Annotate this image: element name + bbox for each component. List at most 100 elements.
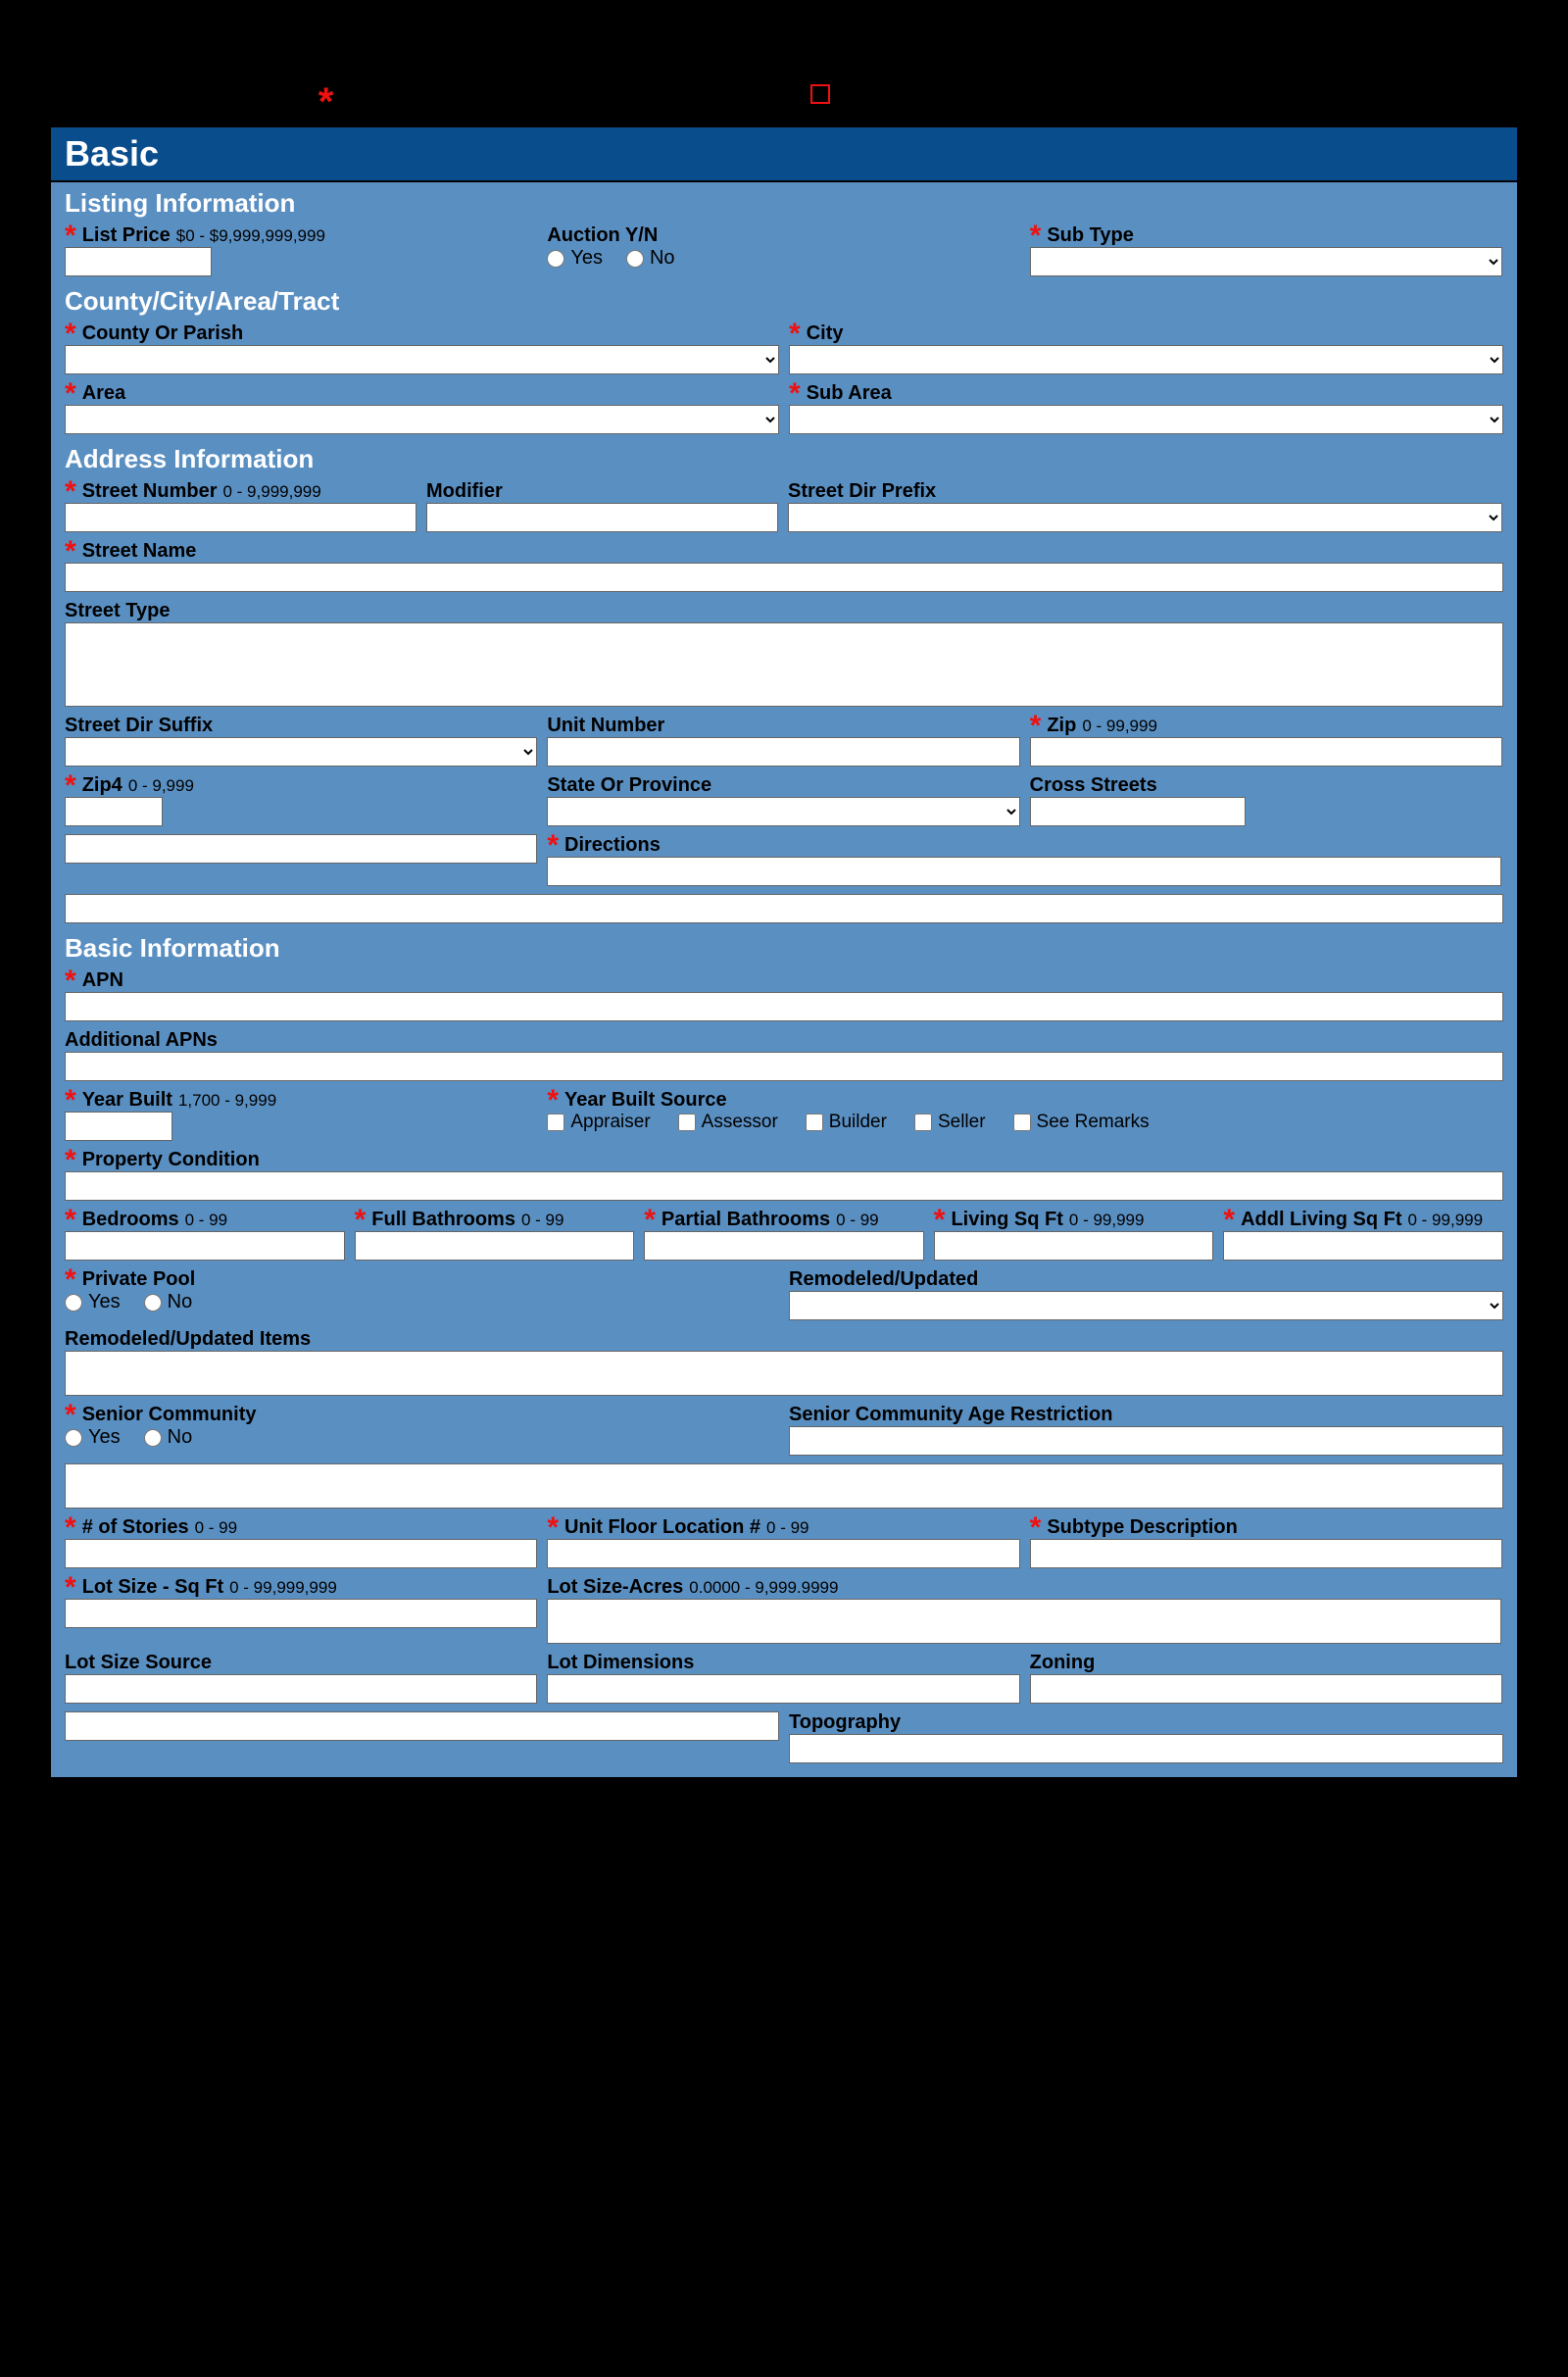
textarea-remodel-items[interactable]: [65, 1351, 1503, 1396]
input-subtype-desc[interactable]: [1030, 1539, 1502, 1568]
field-senior: *Senior Community Yes No: [65, 1404, 779, 1449]
legend-conditional: = Conditionally Required Field: [810, 80, 1154, 108]
input-spacer[interactable]: [65, 834, 537, 864]
required-icon: *: [644, 1215, 656, 1224]
page-title: Residential: [49, 59, 279, 108]
input-zip4[interactable]: [65, 797, 163, 826]
input-zip[interactable]: [1030, 737, 1502, 767]
input-apn[interactable]: [65, 992, 1503, 1021]
input-topo-left[interactable]: [65, 1711, 779, 1741]
required-icon: *: [547, 1523, 559, 1532]
section-ccat-title: County/City/Area/Tract: [51, 280, 1517, 319]
field-zoning: Zoning: [1030, 1652, 1502, 1704]
required-icon: *: [65, 231, 76, 240]
field-city: *City: [789, 322, 1503, 374]
field-zip: * Zip 0 - 99,999: [1030, 715, 1502, 767]
label-auction-yn: Auction Y/N: [547, 224, 658, 247]
required-icon: *: [65, 976, 76, 985]
label-zip4: Zip4: [82, 774, 122, 797]
chk-ys-appraiser[interactable]: Appraiser: [547, 1112, 650, 1133]
input-zoning[interactable]: [1030, 1674, 1502, 1704]
select-dir-prefix[interactable]: [788, 503, 1502, 532]
required-icon: *: [934, 1215, 946, 1224]
input-living[interactable]: [934, 1231, 1214, 1261]
field-dir-prefix: Street Dir Prefix: [788, 480, 1502, 532]
label-sub-type: Sub Type: [1047, 224, 1134, 247]
input-lot-sqft[interactable]: [65, 1599, 537, 1628]
radio-pool-no[interactable]: No: [144, 1291, 193, 1313]
field-lot-sqft: *Lot Size - Sq Ft0 - 99,999,999: [65, 1576, 537, 1628]
input-list-price[interactable]: [65, 247, 212, 276]
label-lot-dim: Lot Dimensions: [547, 1652, 694, 1674]
input-full-bath[interactable]: [355, 1231, 635, 1261]
select-dir-suffix[interactable]: [65, 737, 537, 767]
required-icon: *: [1030, 721, 1042, 730]
chk-ys-seller[interactable]: Seller: [914, 1112, 986, 1133]
input-directions-2[interactable]: [65, 894, 1503, 923]
label-full-bath: Full Bathrooms: [371, 1209, 515, 1231]
radio-auction-yes[interactable]: Yes: [547, 247, 603, 270]
chk-ys-builder[interactable]: Builder: [806, 1112, 887, 1133]
field-apn: *APN: [65, 969, 1503, 1021]
field-bedrooms: *Bedrooms0 - 99: [65, 1209, 345, 1261]
chk-ys-remarks[interactable]: See Remarks: [1013, 1112, 1150, 1133]
radio-auction-no[interactable]: No: [626, 247, 675, 270]
input-year[interactable]: [65, 1112, 172, 1141]
field-street-name: *Street Name: [65, 540, 1503, 592]
input-street-name[interactable]: [65, 563, 1503, 592]
field-unit-floor: *Unit Floor Location #0 - 99: [547, 1516, 1019, 1568]
select-subarea[interactable]: [789, 405, 1503, 434]
input-cross[interactable]: [1030, 797, 1246, 826]
select-area[interactable]: [65, 405, 779, 434]
label-zip: Zip: [1047, 715, 1076, 737]
input-unit-floor[interactable]: [547, 1539, 1019, 1568]
input-modifier[interactable]: [426, 503, 778, 532]
select-county[interactable]: [65, 345, 779, 374]
label-remodel: Remodeled/Updated: [789, 1268, 978, 1291]
textarea-lot-acres[interactable]: [547, 1599, 1501, 1644]
legend-required: * = Required Field: [318, 80, 516, 108]
required-icon: *: [65, 1523, 76, 1532]
year-source-options: Appraiser Assessor Builder Seller See Re…: [547, 1112, 1501, 1133]
textarea-senior-block[interactable]: [65, 1463, 1503, 1509]
label-property-condition: Property Condition: [82, 1149, 260, 1171]
input-partial-bath[interactable]: [644, 1231, 924, 1261]
basic-panel: Basic Listing Information * List Price $…: [49, 125, 1519, 1779]
input-lot-dim[interactable]: [547, 1674, 1019, 1704]
select-city[interactable]: [789, 345, 1503, 374]
input-street-number[interactable]: [65, 503, 416, 532]
required-icon: *: [65, 329, 76, 338]
field-subtype-desc: *Subtype Description: [1030, 1516, 1502, 1568]
field-lot-acres: Lot Size-Acres0.0000 - 9,999.9999: [547, 1576, 1501, 1644]
section-listing-title: Listing Information: [51, 182, 1517, 221]
required-icon: *: [1223, 1215, 1235, 1224]
hint-list-price: $0 - $9,999,999,999: [176, 226, 325, 246]
label-living: Living Sq Ft: [951, 1209, 1062, 1231]
chk-ys-assessor[interactable]: Assessor: [678, 1112, 778, 1133]
label-dir-suffix: Street Dir Suffix: [65, 715, 213, 737]
input-lot-source[interactable]: [65, 1674, 537, 1704]
radio-senior-no[interactable]: No: [144, 1426, 193, 1449]
field-lot-dim: Lot Dimensions: [547, 1652, 1019, 1704]
required-icon: *: [789, 329, 801, 338]
select-sub-type[interactable]: [1030, 247, 1502, 276]
input-property-condition[interactable]: [65, 1171, 1503, 1201]
input-apns[interactable]: [65, 1052, 1503, 1081]
input-stories[interactable]: [65, 1539, 537, 1568]
input-unit[interactable]: [547, 737, 1019, 767]
input-topo[interactable]: [789, 1734, 1503, 1763]
hint-zip: 0 - 99,999: [1082, 717, 1157, 736]
required-icon: *: [65, 1583, 76, 1592]
label-apns: Additional APNs: [65, 1029, 218, 1052]
select-state[interactable]: [547, 797, 1019, 826]
required-icon: *: [65, 1096, 76, 1105]
input-bedrooms[interactable]: [65, 1231, 345, 1261]
input-senior-restrict[interactable]: [789, 1426, 1503, 1456]
select-remodel[interactable]: [789, 1291, 1503, 1320]
input-addl-living[interactable]: [1223, 1231, 1503, 1261]
label-lot-acres: Lot Size-Acres: [547, 1576, 683, 1599]
textarea-street-type[interactable]: [65, 622, 1503, 707]
required-icon: *: [547, 841, 559, 850]
field-unit: Unit Number: [547, 715, 1019, 767]
input-directions[interactable]: [547, 857, 1501, 886]
